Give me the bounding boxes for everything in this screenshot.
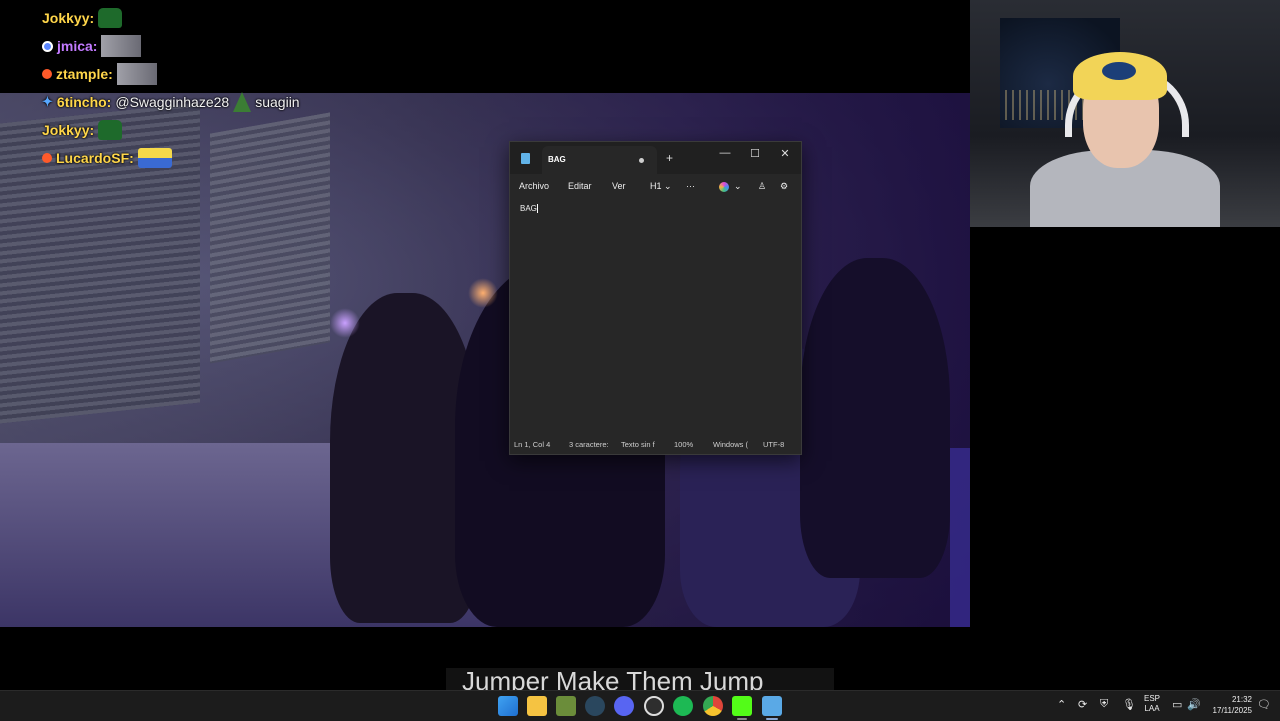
chat-overlay: Jokkyy: jmica: ztample: ✦ 6tincho: @Swag… bbox=[42, 4, 300, 172]
menu-view[interactable]: Ver bbox=[612, 181, 626, 191]
steam-icon[interactable] bbox=[585, 696, 605, 716]
chat-username: jmica: bbox=[57, 38, 98, 54]
green-blob-emote-icon bbox=[98, 8, 123, 28]
defender-icon[interactable]: ⛨ bbox=[1100, 698, 1108, 711]
chat-message: @Swagginhaze28 bbox=[115, 94, 230, 110]
webcam-hat-logo bbox=[1102, 62, 1136, 80]
glow-light bbox=[468, 278, 498, 308]
notepad-statusbar: Ln 1, Col 4 3 caractere: Texto sin f 100… bbox=[510, 434, 801, 454]
text-caret bbox=[536, 204, 538, 214]
stream-video bbox=[0, 93, 970, 627]
obs-icon[interactable] bbox=[644, 696, 664, 716]
chat-line: LucardoSF: bbox=[42, 144, 300, 172]
chat-username: 6tincho: bbox=[56, 94, 112, 110]
status-position: Ln 1, Col 4 bbox=[514, 440, 551, 449]
heading-dropdown[interactable]: H1 ⌄ bbox=[650, 181, 672, 192]
file-explorer-icon[interactable] bbox=[527, 696, 547, 716]
new-tab-button[interactable]: + bbox=[666, 151, 673, 165]
notepad-app-icon bbox=[521, 153, 530, 164]
language-top: ESP bbox=[1143, 694, 1160, 703]
minimize-button[interactable]: — bbox=[715, 147, 735, 159]
face-emote-icon bbox=[116, 63, 157, 85]
chevron-down-icon[interactable]: ⌄ bbox=[734, 181, 742, 192]
start-icon[interactable] bbox=[498, 696, 518, 716]
heading-label: H1 bbox=[650, 181, 662, 191]
clock-date: 17/11/2025 bbox=[1212, 706, 1252, 715]
menu-file[interactable]: Archivo bbox=[519, 181, 549, 191]
language-bottom: LAA bbox=[1144, 704, 1160, 713]
glow-light-2 bbox=[330, 308, 360, 338]
notepad-menubar: Archivo Editar Ver H1 ⌄ ··· ⌄ ♙ ⚙ bbox=[510, 174, 801, 200]
unsaved-dot-icon[interactable] bbox=[639, 158, 644, 163]
account-icon[interactable]: ♙ bbox=[758, 181, 766, 192]
chrome-icon[interactable] bbox=[703, 696, 723, 716]
status-line-ending[interactable]: Windows ( bbox=[713, 440, 748, 449]
taxi-emote-icon bbox=[137, 148, 172, 168]
editor-content: BAG bbox=[520, 204, 537, 213]
badge-icon bbox=[42, 69, 52, 79]
minecraft-icon[interactable] bbox=[556, 696, 576, 716]
nightstand bbox=[950, 448, 970, 627]
maximize-button[interactable]: ☐ bbox=[745, 147, 765, 160]
more-button[interactable]: ··· bbox=[686, 181, 695, 191]
chat-line: Jokkyy: bbox=[42, 116, 300, 144]
notepad-taskbar-icon[interactable] bbox=[762, 696, 782, 716]
chat-line: ✦ 6tincho: @Swagginhaze28 suagiin bbox=[42, 88, 300, 116]
badge-icon bbox=[42, 153, 52, 163]
tree-emote-icon bbox=[233, 92, 252, 112]
notepad-titlebar[interactable]: BAG + — ☐ ✕ bbox=[510, 142, 801, 174]
notifications-icon[interactable]: 🗨 bbox=[1257, 698, 1271, 711]
gear-icon[interactable]: ⚙ bbox=[780, 181, 788, 192]
notepad-tab[interactable]: BAG bbox=[542, 146, 657, 174]
status-format[interactable]: Texto sin f bbox=[621, 440, 655, 449]
chat-username: ztample: bbox=[56, 66, 113, 82]
green-blob-emote-icon bbox=[98, 120, 123, 140]
chat-line: jmica: bbox=[42, 32, 300, 60]
status-encoding[interactable]: UTF-8 bbox=[763, 440, 784, 449]
close-button[interactable]: ✕ bbox=[775, 147, 795, 160]
chat-line: ztample: bbox=[42, 60, 300, 88]
chevron-up-icon[interactable]: ⌃ bbox=[1057, 698, 1066, 711]
notepad-editor[interactable]: BAG bbox=[520, 204, 538, 214]
webcam-overlay bbox=[970, 0, 1280, 227]
notepad-window[interactable]: BAG + — ☐ ✕ Archivo Editar Ver H1 ⌄ ··· … bbox=[509, 141, 802, 455]
chat-message-2: suagiin bbox=[255, 94, 300, 110]
clock[interactable]: 21:32 17/11/2025 bbox=[1200, 694, 1252, 716]
chat-username: Jokkyy: bbox=[42, 10, 95, 26]
microphone-icon[interactable]: 🎙 bbox=[1122, 698, 1136, 711]
kick-icon[interactable] bbox=[732, 696, 752, 716]
chevron-down-icon: ⌄ bbox=[664, 181, 672, 191]
badge-icon bbox=[42, 40, 53, 52]
chat-username: Jokkyy: bbox=[42, 122, 95, 138]
volume-icon[interactable]: 🔊 bbox=[1187, 698, 1201, 711]
copilot-icon[interactable] bbox=[719, 182, 729, 192]
caption-text: Jumper Make Them Jump bbox=[462, 668, 764, 690]
status-zoom[interactable]: 100% bbox=[674, 440, 693, 449]
network-icon[interactable]: ▭ bbox=[1172, 698, 1182, 711]
lyrics-caption: Jumper Make Them Jump bbox=[446, 668, 834, 690]
chat-line: Jokkyy: bbox=[42, 4, 300, 32]
notepad-tab-title: BAG bbox=[548, 155, 566, 164]
discord-icon[interactable] bbox=[614, 696, 634, 716]
language-indicator[interactable]: ESP LAA bbox=[1140, 694, 1164, 714]
sync-icon[interactable]: ⟳ bbox=[1078, 698, 1087, 711]
taskbar: ⌃ ⟳ ⛨ 🎙 ESP LAA ▭ 🔊 21:32 17/11/2025 🗨 bbox=[0, 690, 1280, 721]
status-chars: 3 caractere: bbox=[569, 440, 609, 449]
person-far-right bbox=[800, 258, 950, 578]
menu-edit[interactable]: Editar bbox=[568, 181, 592, 191]
spotify-icon[interactable] bbox=[673, 696, 693, 716]
clock-time: 21:32 bbox=[1231, 695, 1252, 704]
sword-badge-icon: ✦ bbox=[42, 94, 53, 109]
chat-username: LucardoSF: bbox=[56, 150, 134, 166]
face-emote-icon bbox=[101, 35, 142, 57]
